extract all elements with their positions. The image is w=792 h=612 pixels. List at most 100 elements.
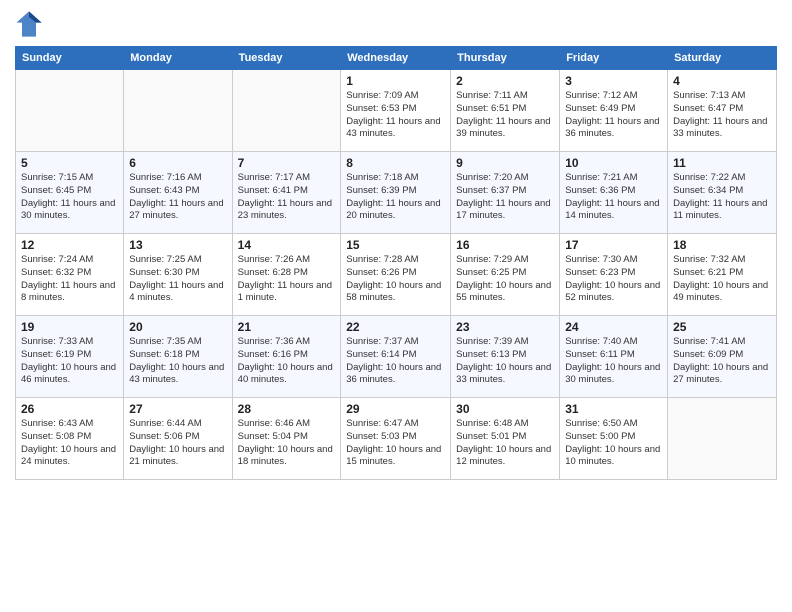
day-number: 3 [565,74,662,88]
calendar-cell: 7Sunrise: 7:17 AM Sunset: 6:41 PM Daylig… [232,152,341,234]
day-info: Sunrise: 7:39 AM Sunset: 6:13 PM Dayligh… [456,336,554,387]
calendar-table: SundayMondayTuesdayWednesdayThursdayFrid… [15,46,777,480]
day-number: 9 [456,156,554,170]
weekday-header-row: SundayMondayTuesdayWednesdayThursdayFrid… [16,47,777,70]
calendar-week-row: 12Sunrise: 7:24 AM Sunset: 6:32 PM Dayli… [16,234,777,316]
day-number: 16 [456,238,554,252]
day-number: 2 [456,74,554,88]
day-number: 29 [346,402,445,416]
calendar-cell: 29 Sunrise: 6:47 AM Sunset: 5:03 PM Dayli… [341,398,451,480]
weekday-header: Sunday [16,47,124,70]
day-number: 8 [346,156,445,170]
day-number: 7 [238,156,336,170]
header [15,10,777,38]
day-number: 25 [673,320,771,334]
day-number: 17 [565,238,662,252]
calendar-cell: 25 Sunrise: 7:41 AM Sunset: 6:09 PM Dayli… [668,316,777,398]
weekday-header: Thursday [451,47,560,70]
calendar-cell: 11Sunrise: 7:22 AM Sunset: 6:34 PM Dayli… [668,152,777,234]
calendar-cell: 6 Sunrise: 7:16 AM Sunset: 6:43 PM Daylig… [124,152,232,234]
calendar-cell: 21 Sunrise: 7:36 AM Sunset: 6:16 PM Dayli… [232,316,341,398]
day-number: 21 [238,320,336,334]
calendar-cell: 20 Sunrise: 7:35 AM Sunset: 6:18 PM Dayli… [124,316,232,398]
day-number: 10 [565,156,662,170]
weekday-header: Wednesday [341,47,451,70]
weekday-header: Friday [560,47,668,70]
day-number: 27 [129,402,226,416]
day-number: 4 [673,74,771,88]
logo-icon [15,10,43,38]
day-number: 15 [346,238,445,252]
day-number: 14 [238,238,336,252]
day-info: Sunrise: 7:36 AM Sunset: 6:16 PM Dayligh… [238,336,336,387]
calendar-cell: 26Sunrise: 6:43 AM Sunset: 5:08 PM Dayli… [16,398,124,480]
calendar-cell: 9 Sunrise: 7:20 AM Sunset: 6:37 PM Daylig… [451,152,560,234]
weekday-header: Monday [124,47,232,70]
calendar-cell: 24 Sunrise: 7:40 AM Sunset: 6:11 PM Dayli… [560,316,668,398]
weekday-header: Saturday [668,47,777,70]
calendar-cell: 2 Sunrise: 7:11 AM Sunset: 6:51 PM Daylig… [451,70,560,152]
day-number: 12 [21,238,118,252]
day-info: Sunrise: 7:30 AM Sunset: 6:23 PM Dayligh… [565,254,662,305]
calendar-week-row: 19Sunrise: 7:33 AM Sunset: 6:19 PM Dayli… [16,316,777,398]
calendar-cell: 16Sunrise: 7:29 AM Sunset: 6:25 PM Dayli… [451,234,560,316]
day-info: Sunrise: 7:20 AM Sunset: 6:37 PM Dayligh… [456,172,554,223]
day-number: 1 [346,74,445,88]
calendar-cell: 4 Sunrise: 7:13 AM Sunset: 6:47 PM Daylig… [668,70,777,152]
day-number: 31 [565,402,662,416]
day-number: 23 [456,320,554,334]
calendar-cell [668,398,777,480]
calendar-cell: 28 Sunrise: 6:46 AM Sunset: 5:04 PM Dayli… [232,398,341,480]
day-number: 11 [673,156,771,170]
calendar-cell: 8 Sunrise: 7:18 AM Sunset: 6:39 PM Daylig… [341,152,451,234]
day-info: Sunrise: 7:18 AM Sunset: 6:39 PM Dayligh… [346,172,445,223]
calendar-cell: 3 Sunrise: 7:12 AM Sunset: 6:49 PM Daylig… [560,70,668,152]
calendar-week-row: 5Sunrise: 7:15 AM Sunset: 6:45 PM Daylig… [16,152,777,234]
day-info: Sunrise: 7:37 AM Sunset: 6:14 PM Dayligh… [346,336,445,387]
page: SundayMondayTuesdayWednesdayThursdayFrid… [0,0,792,612]
calendar-cell: 30Sunrise: 6:48 AM Sunset: 5:01 PM Dayli… [451,398,560,480]
day-info: Sunrise: 7:35 AM Sunset: 6:18 PM Dayligh… [129,336,226,387]
day-info: Sunrise: 6:46 AM Sunset: 5:04 PM Dayligh… [238,418,336,469]
calendar-cell: 14 Sunrise: 7:26 AM Sunset: 6:28 PM Dayli… [232,234,341,316]
calendar-cell: 23 Sunrise: 7:39 AM Sunset: 6:13 PM Dayli… [451,316,560,398]
calendar-week-row: 1 Sunrise: 7:09 AM Sunset: 6:53 PM Daylig… [16,70,777,152]
day-number: 22 [346,320,445,334]
calendar-cell: 15 Sunrise: 7:28 AM Sunset: 6:26 PM Dayli… [341,234,451,316]
calendar-week-row: 26Sunrise: 6:43 AM Sunset: 5:08 PM Dayli… [16,398,777,480]
day-info: Sunrise: 7:09 AM Sunset: 6:53 PM Dayligh… [346,90,445,141]
calendar-cell: 31Sunrise: 6:50 AM Sunset: 5:00 PM Dayli… [560,398,668,480]
day-number: 6 [129,156,226,170]
day-number: 18 [673,238,771,252]
day-info: Sunrise: 7:32 AM Sunset: 6:21 PM Dayligh… [673,254,771,305]
day-number: 20 [129,320,226,334]
calendar-cell: 13Sunrise: 7:25 AM Sunset: 6:30 PM Dayli… [124,234,232,316]
day-info: Sunrise: 7:33 AM Sunset: 6:19 PM Dayligh… [21,336,118,387]
logo [15,10,47,38]
calendar-cell: 22 Sunrise: 7:37 AM Sunset: 6:14 PM Dayli… [341,316,451,398]
day-info: Sunrise: 7:26 AM Sunset: 6:28 PM Dayligh… [238,254,336,305]
weekday-header: Tuesday [232,47,341,70]
calendar-cell: 17 Sunrise: 7:30 AM Sunset: 6:23 PM Dayli… [560,234,668,316]
day-info: Sunrise: 7:41 AM Sunset: 6:09 PM Dayligh… [673,336,771,387]
day-number: 30 [456,402,554,416]
calendar-cell: 12Sunrise: 7:24 AM Sunset: 6:32 PM Dayli… [16,234,124,316]
calendar-cell: 18 Sunrise: 7:32 AM Sunset: 6:21 PM Dayli… [668,234,777,316]
day-info: Sunrise: 7:40 AM Sunset: 6:11 PM Dayligh… [565,336,662,387]
day-number: 28 [238,402,336,416]
calendar-cell: 1 Sunrise: 7:09 AM Sunset: 6:53 PM Daylig… [341,70,451,152]
day-info: Sunrise: 7:28 AM Sunset: 6:26 PM Dayligh… [346,254,445,305]
day-info: Sunrise: 7:12 AM Sunset: 6:49 PM Dayligh… [565,90,662,141]
calendar-cell: 27 Sunrise: 6:44 AM Sunset: 5:06 PM Dayli… [124,398,232,480]
day-info: Sunrise: 7:16 AM Sunset: 6:43 PM Dayligh… [129,172,226,223]
day-number: 24 [565,320,662,334]
day-info: Sunrise: 6:44 AM Sunset: 5:06 PM Dayligh… [129,418,226,469]
calendar-cell: 10Sunrise: 7:21 AM Sunset: 6:36 PM Dayli… [560,152,668,234]
day-info: Sunrise: 7:13 AM Sunset: 6:47 PM Dayligh… [673,90,771,141]
day-info: Sunrise: 7:11 AM Sunset: 6:51 PM Dayligh… [456,90,554,141]
calendar-cell: 19Sunrise: 7:33 AM Sunset: 6:19 PM Dayli… [16,316,124,398]
calendar-cell [232,70,341,152]
day-info: Sunrise: 7:15 AM Sunset: 6:45 PM Dayligh… [21,172,118,223]
day-info: Sunrise: 7:25 AM Sunset: 6:30 PM Dayligh… [129,254,226,305]
day-info: Sunrise: 6:47 AM Sunset: 5:03 PM Dayligh… [346,418,445,469]
